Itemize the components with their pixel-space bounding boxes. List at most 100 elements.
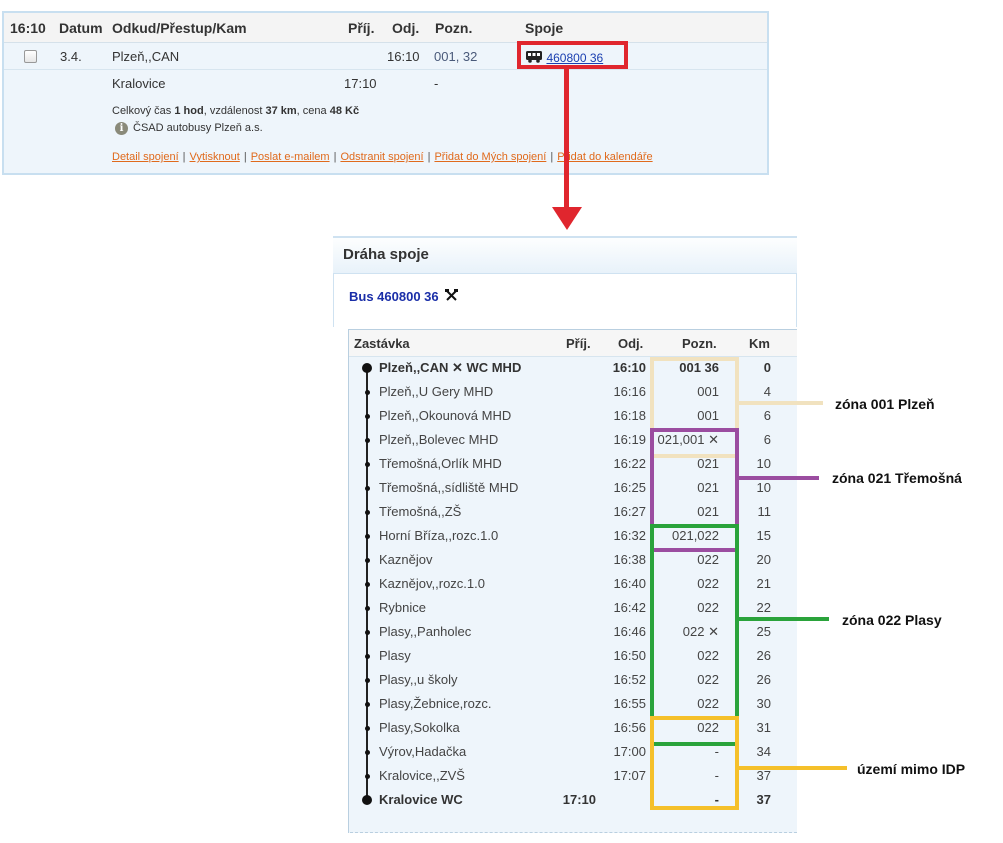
col-note: Pozn. <box>682 336 717 351</box>
link-remove[interactable]: Odstranit spojení <box>340 151 423 163</box>
link-print[interactable]: Vytisknout <box>190 151 240 163</box>
stop-departure: 16:52 <box>613 672 646 687</box>
link-add-calendar[interactable]: Přidat do kalendáře <box>557 151 652 163</box>
stop-departure: 16:46 <box>613 624 646 639</box>
stop-marker <box>364 701 370 707</box>
stop-name: Plzeň,,Bolevec MHD <box>379 432 499 447</box>
stop-marker <box>364 773 370 779</box>
stop-departure: 16:18 <box>613 408 646 423</box>
stop-name: Plzeň,,CAN ✕ WC MHD <box>379 360 522 375</box>
stop-departure: 16:25 <box>613 480 646 495</box>
stop-departure: 16:56 <box>613 720 646 735</box>
zone-021-label: zóna 021 Třemošná <box>832 470 962 486</box>
col-departure: Odj. <box>618 336 644 351</box>
stop-name: Třemošná,,ZŠ <box>379 504 462 519</box>
header-route: Odkud/Přestup/Kam <box>112 20 247 36</box>
tools-icon <box>445 289 459 301</box>
stop-departure: 16:10 <box>612 360 646 375</box>
stop-name: Třemošná,,sídliště MHD <box>379 480 519 495</box>
header-departure: Odj. <box>392 20 420 36</box>
row-divider <box>4 69 767 70</box>
stop-name: Kralovice,,ZVŠ <box>379 768 465 783</box>
trip-from: Plzeň,,CAN <box>112 49 180 64</box>
stop-name: Plasy,,u školy <box>379 672 458 687</box>
stop-name: Třemošná,Orlík MHD <box>379 456 502 471</box>
zone-outside-box <box>650 716 739 810</box>
route-title: Dráha spoje <box>343 246 429 263</box>
route-subheader: Bus 460800 36 <box>333 274 797 327</box>
stop-marker <box>364 413 370 419</box>
route-bus-label: Bus 460800 36 <box>349 289 459 304</box>
zone-outside-connector <box>739 766 847 770</box>
stop-name: Rybnice <box>379 600 426 615</box>
stop-marker <box>364 581 370 587</box>
table-bottom-border <box>350 832 797 833</box>
trip-note-2: - <box>434 76 439 91</box>
stop-name: Horní Bříza,,rozc.1.0 <box>379 528 499 543</box>
highlight-box <box>517 41 628 69</box>
stop-departure: 16:19 <box>613 432 646 447</box>
stop-departure: 16:27 <box>613 504 646 519</box>
stop-name: Kaznějov <box>379 552 433 567</box>
stop-departure: 16:38 <box>613 552 646 567</box>
stop-departure: 16:42 <box>613 600 646 615</box>
zone-022-connector <box>739 617 829 621</box>
stop-marker <box>364 557 370 563</box>
zone-001-connector <box>739 401 823 405</box>
route-title-bar: Dráha spoje <box>333 236 797 274</box>
info-icon: i <box>115 122 128 135</box>
stop-departure: 17:07 <box>613 768 646 783</box>
stop-departure: 16:16 <box>613 384 646 399</box>
arrow-shaft <box>564 69 569 209</box>
select-checkbox[interactable] <box>24 50 37 63</box>
stop-name: Kralovice WC <box>379 792 463 807</box>
stop-marker <box>364 509 370 515</box>
trip-summary: Celkový čas 1 hod, vzdálenost 37 km, cen… <box>112 105 360 117</box>
trip-to: Kralovice <box>112 76 166 91</box>
link-detail[interactable]: Detail spojení <box>112 151 179 163</box>
stop-name: Plasy,Žebnice,rozc. <box>379 696 492 711</box>
zone-022-label: zóna 022 Plasy <box>842 612 942 628</box>
action-links: Detail spojení | Vytisknout | Poslat e-maile… <box>112 151 653 163</box>
stop-marker <box>364 677 370 683</box>
stop-name: Kaznějov,,rozc.1.0 <box>379 576 485 591</box>
stop-name: Plzeň,,Okounová MHD <box>379 408 512 423</box>
link-email[interactable]: Poslat e-mailem <box>251 151 330 163</box>
header-lines: Spoje <box>525 20 564 36</box>
stop-marker <box>364 389 370 395</box>
stop-departure: 16:40 <box>613 576 646 591</box>
col-stop: Zastávka <box>354 336 410 351</box>
col-km: Km <box>749 336 770 351</box>
trip-note: 001, 32 <box>434 49 478 64</box>
zone-021-connector <box>739 476 819 480</box>
stop-name: Plasy <box>379 648 411 663</box>
zone-001-label: zóna 001 Plzeň <box>835 396 935 412</box>
carrier-name: ČSAD autobusy Plzeň a.s. <box>133 122 263 134</box>
stop-marker <box>364 653 370 659</box>
stop-marker <box>364 437 370 443</box>
header-date: Datum <box>59 20 103 36</box>
stop-marker <box>364 725 370 731</box>
trip-arrival: 17:10 <box>344 76 377 91</box>
link-add-favourites[interactable]: Přidat do Mých spojení <box>434 151 546 163</box>
stop-marker <box>364 461 370 467</box>
stop-departure: 16:32 <box>613 528 646 543</box>
zone-022-box <box>650 524 739 746</box>
terminal-stop-marker <box>362 363 372 373</box>
stop-departure: 16:22 <box>613 456 646 471</box>
stop-marker <box>364 485 370 491</box>
header-note: Pozn. <box>435 20 473 36</box>
arrow-head <box>552 207 582 230</box>
header-time: 16:10 <box>10 20 46 36</box>
trip-departure: 16:10 <box>387 49 420 64</box>
trip-date: 3.4. <box>60 49 82 64</box>
stop-name: Výrov,Hadačka <box>379 744 467 759</box>
stop-name: Plzeň,,U Gery MHD <box>379 384 494 399</box>
stop-departure: 16:55 <box>613 696 646 711</box>
stop-arrival: 17:10 <box>562 792 596 807</box>
stop-name: Plasy,,Panholec <box>379 624 472 639</box>
stop-marker <box>364 605 370 611</box>
stop-name: Plasy,Sokolka <box>379 720 460 735</box>
stop-departure: 16:50 <box>613 648 646 663</box>
stop-departure: 17:00 <box>613 744 646 759</box>
